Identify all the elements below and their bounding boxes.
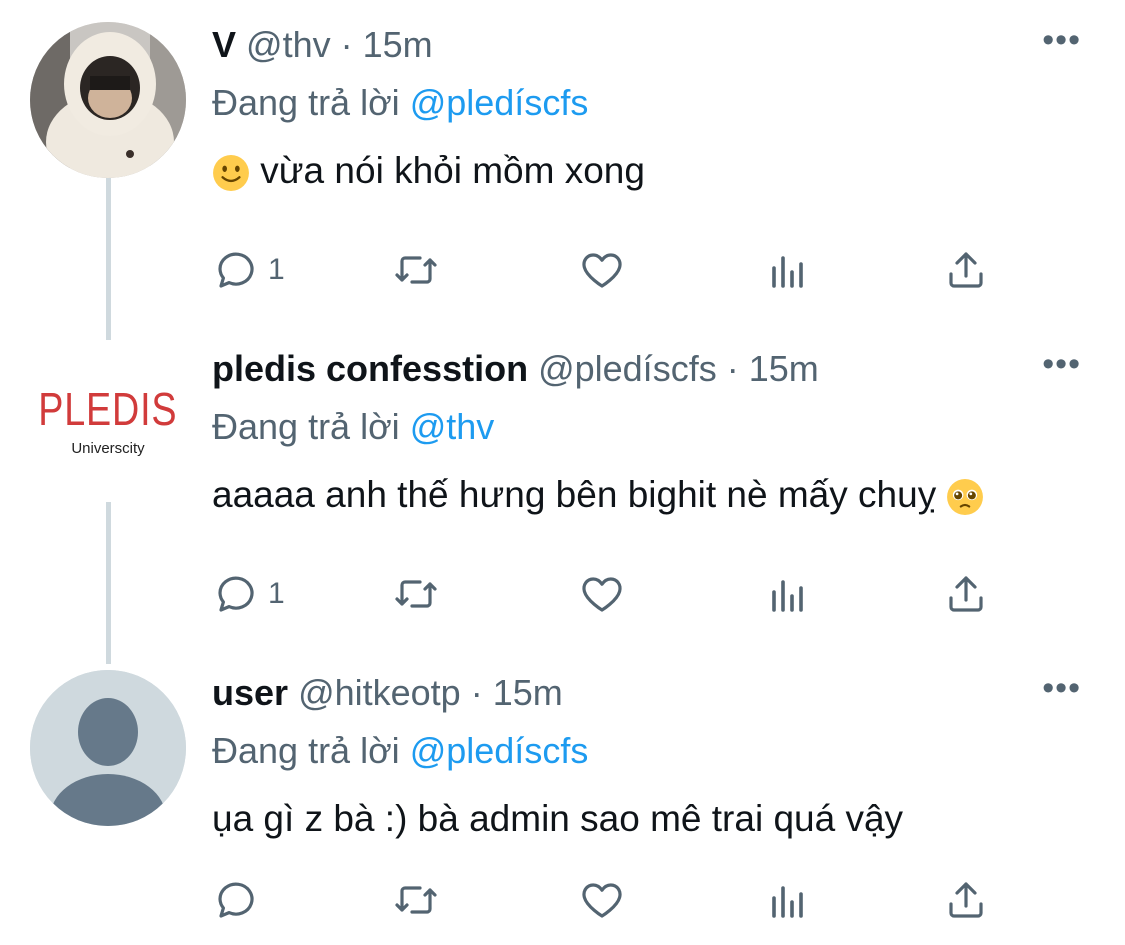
tweet-text-content: aaaaa anh thế hưng bên bighit nè mấy chu… [212,474,937,515]
like-button[interactable] [578,870,626,930]
avatar[interactable]: PLEDIS Universcity [30,346,186,502]
separator: · [340,24,353,65]
display-name[interactable]: pledis confesstion [212,348,528,389]
reply-button[interactable]: 1 [212,564,285,624]
analytics-icon [772,886,803,918]
retweet-icon [395,580,437,608]
replying-to-label: Đang trả lời [212,730,400,771]
handle[interactable]: @pledíscfs [538,348,717,389]
analytics-button[interactable] [764,870,812,930]
tweet-actions: 1 [212,240,1012,300]
avatar[interactable] [30,22,186,178]
avatar-photo [30,22,186,178]
reply-button[interactable] [212,870,268,930]
heart-icon [582,577,622,612]
reply-icon [218,882,254,918]
replying-to: Đang trả lời @thv [212,404,1095,462]
tweet-text-content: vừa nói khỏi mồm xong [260,150,645,191]
like-button[interactable] [578,240,626,300]
timestamp[interactable]: 15m [493,672,563,713]
more-options-icon[interactable]: ••• [1042,668,1081,708]
share-button[interactable] [942,564,990,624]
display-name[interactable]: user [212,672,288,713]
default-profile-icon [30,670,186,826]
retweet-button[interactable] [392,870,440,930]
analytics-icon [772,580,803,612]
replying-to: Đang trả lời @pledíscfs [212,80,1095,138]
separator: · [470,672,483,713]
timestamp[interactable]: 15m [749,348,819,389]
tweet-text: ụa gì z bà :) bà admin sao mê trai quá v… [212,794,1095,844]
analytics-button[interactable] [764,240,812,300]
heart-icon [582,253,622,288]
separator: · [726,348,739,389]
more-options-icon[interactable]: ••• [1042,20,1081,60]
pledis-logo-subtext: Universcity [71,439,145,457]
reply-icon [218,576,254,612]
slightly-smiling-face-icon [213,155,249,192]
tweet-actions: 1 [212,564,1012,624]
heart-icon [582,883,622,918]
reply-count: 1 [268,577,285,610]
reply-icon [218,252,254,288]
share-icon [949,576,983,612]
mention-link[interactable]: @pledíscfs [410,730,589,771]
retweet-button[interactable] [392,564,440,624]
tweet-text: aaaaa anh thế hưng bên bighit nè mấy chu… [212,470,1095,520]
avatar[interactable] [30,670,186,826]
share-button[interactable] [942,240,990,300]
pledis-logo: PLEDIS [38,382,178,435]
more-options-icon[interactable]: ••• [1042,344,1081,384]
mention-link[interactable]: @thv [410,406,495,447]
timestamp[interactable]: 15m [363,24,433,65]
retweet-button[interactable] [392,240,440,300]
share-icon [949,882,983,918]
retweet-icon [395,256,437,284]
replying-to: Đang trả lời @pledíscfs [212,728,1095,786]
handle[interactable]: @hitkeotp [298,672,461,713]
tweet-actions [212,870,1012,930]
pleading-face-icon [947,479,984,516]
mention-link[interactable]: @pledíscfs [410,82,589,123]
reply-count: 1 [268,253,285,286]
tweet-text: vừa nói khỏi mồm xong [212,146,1095,196]
handle[interactable]: @thv [246,24,331,65]
replying-to-label: Đang trả lời [212,82,400,123]
tweet-text-content: ụa gì z bà :) bà admin sao mê trai quá v… [212,798,904,839]
like-button[interactable] [578,564,626,624]
retweet-icon [395,886,437,914]
reply-button[interactable]: 1 [212,240,285,300]
display-name[interactable]: V [212,24,236,65]
share-button[interactable] [942,870,990,930]
analytics-icon [772,256,803,288]
share-icon [949,252,983,288]
analytics-button[interactable] [764,564,812,624]
replying-to-label: Đang trả lời [212,406,400,447]
